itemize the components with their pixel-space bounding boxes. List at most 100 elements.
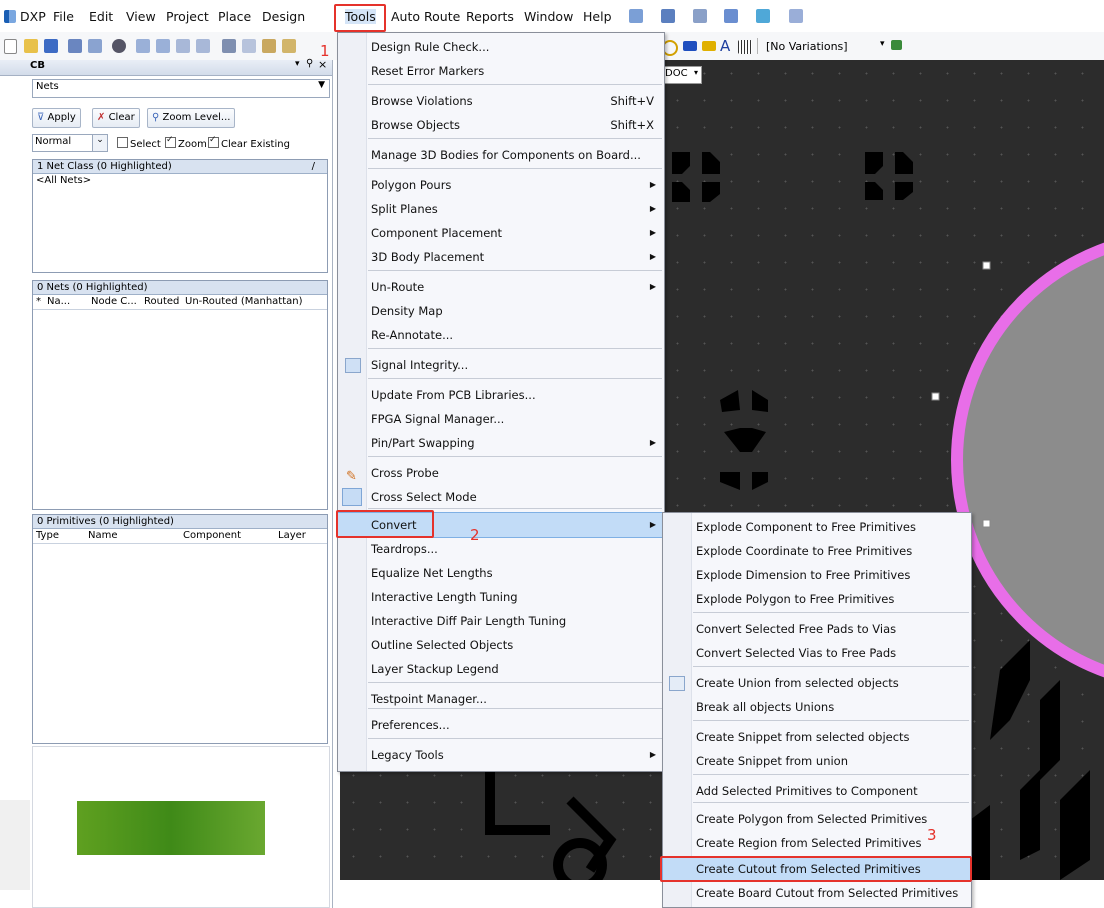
menu-dxp[interactable]: DXP (20, 9, 46, 24)
convert-menu-item-create-board-cutout[interactable]: Create Board Cutout from Selected Primit… (663, 881, 971, 905)
align-icon[interactable] (724, 9, 738, 23)
text-string-icon[interactable] (693, 9, 707, 23)
col-layer[interactable]: Layer (278, 529, 306, 543)
mode-combo[interactable]: Normal ⌄ (32, 134, 108, 152)
menu-help[interactable]: Help (583, 9, 612, 24)
tools-menu-item-browse-violations[interactable]: Browse Violations Shift+V (338, 89, 664, 113)
print-preview-icon[interactable] (88, 39, 102, 53)
convert-menu-item-pads-to-vias[interactable]: Convert Selected Free Pads to Vias (663, 617, 971, 641)
interactive-route-icon[interactable] (629, 9, 643, 23)
tools-menu-item-design-rule-check[interactable]: Design Rule Check... (338, 35, 664, 59)
convert-menu-item-explode-coordinate[interactable]: Explode Coordinate to Free Primitives (663, 539, 971, 563)
cut-icon[interactable] (222, 39, 236, 53)
tools-menu-item-3d-body-placement[interactable]: 3D Body Placement ▶ (338, 245, 664, 269)
zoom-filtered-icon[interactable] (196, 39, 210, 53)
tools-menu-item-split-planes[interactable]: Split Planes ▶ (338, 197, 664, 221)
tools-menu-item-interactive-diff-pair-length-tuning[interactable]: Interactive Diff Pair Length Tuning (338, 609, 664, 633)
menu-edit[interactable]: Edit (89, 9, 113, 24)
col-name[interactable]: Na... (47, 295, 70, 309)
convert-menu-item-explode-component[interactable]: Explode Component to Free Primitives (663, 515, 971, 539)
menu-window[interactable]: Window (524, 9, 573, 24)
zoom-selected-icon[interactable] (176, 39, 190, 53)
clear-existing-checkbox[interactable]: Clear Existing (208, 135, 290, 150)
menu-view[interactable]: View (126, 9, 156, 24)
tools-menu-item-re-annotate[interactable]: Re-Annotate... (338, 323, 664, 347)
convert-menu-item-create-polygon[interactable]: Create Polygon from Selected Primitives (663, 807, 971, 831)
zoom-area-icon[interactable] (156, 39, 170, 53)
rubber-stamp-icon[interactable] (282, 39, 296, 53)
menu-project[interactable]: Project (166, 9, 209, 24)
col-unrouted[interactable]: Un-Routed (Manhattan) (185, 295, 303, 309)
tools-menu-item-cross-select-mode[interactable]: Cross Select Mode (338, 485, 664, 509)
col-routed[interactable]: Routed (144, 295, 179, 309)
tools-menu-item-preferences[interactable]: Preferences... (338, 713, 664, 737)
tools-menu-item-browse-objects[interactable]: Browse Objects Shift+X (338, 113, 664, 137)
variations-dropdown-icon[interactable]: ▾ (880, 39, 885, 49)
new-document-icon[interactable] (4, 39, 17, 54)
tools-menu-item-manage-3d-bodies[interactable]: Manage 3D Bodies for Components on Board… (338, 143, 664, 167)
menu-design[interactable]: Design (262, 9, 305, 24)
convert-menu-item-create-region[interactable]: Create Region from Selected Primitives (663, 831, 971, 855)
convert-menu-item-create-union[interactable]: Create Union from selected objects (663, 671, 971, 695)
apply-button[interactable]: ⊽ Apply (32, 108, 81, 128)
3d-view-icon[interactable] (112, 39, 126, 53)
board-preview[interactable] (32, 746, 330, 908)
tools-menu-item-interactive-length-tuning[interactable]: Interactive Length Tuning (338, 585, 664, 609)
save-icon[interactable] (44, 39, 58, 53)
col-type[interactable]: Type (36, 529, 59, 543)
place-fill-icon[interactable] (683, 41, 697, 51)
tools-menu-item-signal-integrity[interactable]: Signal Integrity... (338, 353, 664, 377)
zoom-fit-icon[interactable] (136, 39, 150, 53)
tools-menu-item-density-map[interactable]: Density Map (338, 299, 664, 323)
tools-menu-item-component-placement[interactable]: Component Placement ▶ (338, 221, 664, 245)
convert-menu-item-snippet-from-selected[interactable]: Create Snippet from selected objects (663, 725, 971, 749)
sort-icon[interactable]: / (312, 160, 315, 173)
tools-menu-item-polygon-pours[interactable]: Polygon Pours ▶ (338, 173, 664, 197)
place-string-icon[interactable]: A (720, 37, 730, 55)
tools-menu-item-teardrops[interactable]: Teardrops... (338, 537, 664, 561)
tools-menu-item-cross-probe[interactable]: Cross Probe ✎ (338, 461, 664, 485)
menu-auto-route[interactable]: Auto Route (391, 9, 460, 24)
open-folder-icon[interactable] (24, 39, 38, 53)
copy-icon[interactable] (242, 39, 256, 53)
select-filter-icon[interactable] (756, 9, 770, 23)
grid-icon[interactable] (789, 9, 803, 23)
menu-place[interactable]: Place (218, 9, 251, 24)
tools-menu-item-update-from-pcb-libraries[interactable]: Update From PCB Libraries... (338, 383, 664, 407)
convert-menu-item-break-unions[interactable]: Break all objects Unions (663, 695, 971, 719)
panel-menu-icon[interactable]: ▾ (295, 59, 300, 69)
zoom-checkbox[interactable]: Zoom (165, 135, 207, 150)
tools-menu-item-equalize-net-lengths[interactable]: Equalize Net Lengths (338, 561, 664, 585)
place-barcode-icon[interactable] (738, 40, 752, 54)
board-icon[interactable] (891, 40, 902, 50)
paste-icon[interactable] (262, 39, 276, 53)
tools-menu-item-legacy-tools[interactable]: Legacy Tools ▶ (338, 743, 664, 767)
menu-reports[interactable]: Reports (466, 9, 514, 24)
col-component[interactable]: Component (183, 529, 241, 543)
tools-menu-item-reset-error-markers[interactable]: Reset Error Markers (338, 59, 664, 83)
convert-menu-item-add-to-component[interactable]: Add Selected Primitives to Component (663, 779, 971, 803)
tools-menu-item-outline-selected-objects[interactable]: Outline Selected Objects (338, 633, 664, 657)
tools-menu-item-fpga-signal-manager[interactable]: FPGA Signal Manager... (338, 407, 664, 431)
convert-menu-item-explode-dimension[interactable]: Explode Dimension to Free Primitives (663, 563, 971, 587)
convert-menu-item-snippet-from-union[interactable]: Create Snippet from union (663, 749, 971, 773)
print-icon[interactable] (68, 39, 82, 53)
col-node-count[interactable]: Node C... (91, 295, 137, 309)
net-class-item[interactable]: <All Nets> (33, 174, 327, 187)
col-star[interactable]: * (36, 295, 41, 309)
tools-menu-item-layer-stackup-legend[interactable]: Layer Stackup Legend (338, 657, 664, 681)
place-region-icon[interactable] (702, 41, 716, 51)
tools-menu-item-un-route[interactable]: Un-Route ▶ (338, 275, 664, 299)
col-prim-name[interactable]: Name (88, 529, 118, 543)
convert-menu-item-explode-polygon[interactable]: Explode Polygon to Free Primitives (663, 587, 971, 611)
pin-icon[interactable]: ⚲ (306, 58, 313, 69)
zoom-level-button[interactable]: ⚲ Zoom Level... (147, 108, 236, 128)
tools-menu-item-pin-part-swapping[interactable]: Pin/Part Swapping ▶ (338, 431, 664, 455)
clear-button[interactable]: ✗ Clear (92, 108, 140, 128)
menu-file[interactable]: File (53, 9, 74, 24)
convert-menu-item-vias-to-pads[interactable]: Convert Selected Vias to Free Pads (663, 641, 971, 665)
nets-combo[interactable]: Nets ▼ (32, 79, 330, 98)
variations-combo[interactable]: [No Variations] (757, 38, 878, 54)
select-checkbox[interactable]: Select (117, 137, 161, 150)
arrange-icon[interactable] (661, 9, 675, 23)
